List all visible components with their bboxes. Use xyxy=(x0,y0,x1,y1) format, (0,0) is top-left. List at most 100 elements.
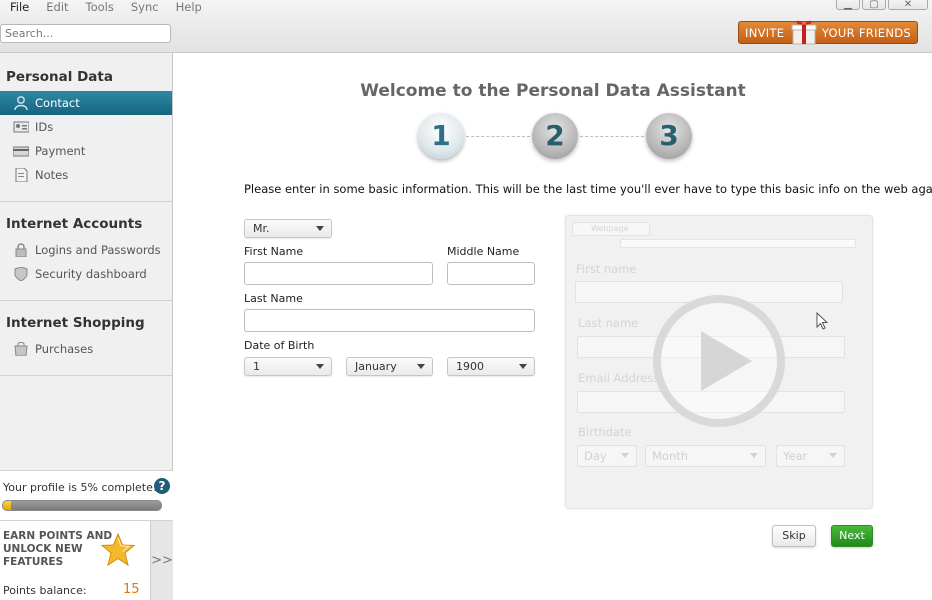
step-2: 2 xyxy=(532,113,578,159)
sidebar-item-label: Contact xyxy=(35,96,80,110)
sidebar-divider xyxy=(0,375,172,376)
middle-name-label: Middle Name xyxy=(447,245,520,258)
expand-panel-button[interactable]: >> xyxy=(150,520,173,600)
menu-edit[interactable]: Edit xyxy=(36,0,75,16)
video-day-select: Day xyxy=(577,445,637,467)
main-content: Welcome to the Personal Data Assistant 1… xyxy=(174,53,932,600)
page-title: Welcome to the Personal Data Assistant xyxy=(360,81,746,101)
menu-file[interactable]: File xyxy=(0,0,36,16)
last-name-field[interactable] xyxy=(244,309,535,332)
invite-right-label: YOUR FRIENDS xyxy=(821,25,911,40)
dob-year-select[interactable]: 1900 xyxy=(447,357,535,376)
instructions-text: Please enter in some basic information. … xyxy=(244,182,932,196)
search-input[interactable] xyxy=(0,24,171,43)
sidebar: Personal Data Contact IDs Payment Notes … xyxy=(0,53,173,600)
top-bar: File Edit Tools Sync Help ▁ ▢ ✕ INVITE Y… xyxy=(0,0,932,53)
play-icon[interactable] xyxy=(652,294,786,428)
video-browser-tab: Webpage xyxy=(572,222,650,236)
dob-day-value: 1 xyxy=(253,360,260,373)
video-first-name-label: First name xyxy=(576,262,637,276)
window-controls: ▁ ▢ ✕ xyxy=(836,0,928,10)
video-last-name-label: Last name xyxy=(578,316,639,330)
dob-month-value: January xyxy=(355,360,397,373)
sidebar-item-logins[interactable]: Logins and Passwords xyxy=(0,238,172,262)
section-title-internet-shopping: Internet Shopping xyxy=(6,315,145,331)
earn-points-text: EARN POINTS AND UNLOCK NEW FEATURES xyxy=(3,530,113,568)
salutation-value: Mr. xyxy=(253,222,270,235)
section-title-internet-accounts: Internet Accounts xyxy=(6,216,143,232)
sidebar-item-ids[interactable]: IDs xyxy=(0,115,172,139)
step-1: 1 xyxy=(418,113,464,159)
salutation-select[interactable]: Mr. xyxy=(244,219,332,238)
close-button[interactable]: ✕ xyxy=(888,0,928,10)
contact-icon xyxy=(14,96,28,110)
earn-points-panel[interactable]: EARN POINTS AND UNLOCK NEW FEATURES Poin… xyxy=(0,520,150,600)
chevron-down-icon xyxy=(316,364,324,369)
dob-year-value: 1900 xyxy=(456,360,484,373)
first-name-label: First Name xyxy=(244,245,304,258)
dob-month-select[interactable]: January xyxy=(346,357,433,376)
chevron-down-icon xyxy=(417,364,425,369)
profile-completion-text: Your profile is 5% complete! xyxy=(3,481,158,494)
credit-card-icon xyxy=(13,146,29,157)
star-icon xyxy=(100,533,136,567)
maximize-button[interactable]: ▢ xyxy=(862,0,886,10)
menu-sync[interactable]: Sync xyxy=(121,0,166,16)
last-name-label: Last Name xyxy=(244,292,303,305)
profile-completion: Your profile is 5% complete! ? xyxy=(0,470,173,520)
sidebar-item-security[interactable]: Security dashboard xyxy=(0,262,172,286)
sidebar-item-label: Security dashboard xyxy=(35,267,147,281)
sidebar-item-contact[interactable]: Contact xyxy=(0,91,172,115)
step-connector xyxy=(466,136,530,137)
menu-bar: File Edit Tools Sync Help xyxy=(0,0,209,16)
sidebar-item-label: Purchases xyxy=(35,342,94,356)
middle-name-field[interactable] xyxy=(447,262,535,285)
notes-icon xyxy=(15,168,28,182)
step-indicator: 1 2 3 xyxy=(418,113,698,163)
points-balance-label: Points balance: xyxy=(3,584,87,597)
video-year-select: Year xyxy=(776,445,845,467)
video-email-label: Email Address xyxy=(578,371,660,385)
help-icon[interactable]: ? xyxy=(154,478,170,494)
mouse-cursor-icon xyxy=(816,312,828,330)
sidebar-item-payment[interactable]: Payment xyxy=(0,139,172,163)
dob-day-select[interactable]: 1 xyxy=(244,357,332,376)
video-month-select: Month xyxy=(645,445,766,467)
lock-icon xyxy=(15,243,27,257)
invite-friends-button[interactable]: INVITE YOUR FRIENDS xyxy=(738,20,918,45)
section-title-personal-data: Personal Data xyxy=(6,69,113,85)
skip-button[interactable]: Skip xyxy=(772,525,816,547)
shield-icon xyxy=(14,267,28,281)
video-address-bar xyxy=(620,239,856,248)
menu-help[interactable]: Help xyxy=(166,0,209,16)
chevron-down-icon xyxy=(829,453,837,458)
video-birthdate-label: Birthdate xyxy=(578,425,632,439)
next-button[interactable]: Next xyxy=(831,525,873,547)
menu-tools[interactable]: Tools xyxy=(76,0,121,16)
video-month-value: Month xyxy=(652,449,689,463)
chevron-down-icon xyxy=(750,453,758,458)
date-of-birth-label: Date of Birth xyxy=(244,339,315,352)
sidebar-item-label: Logins and Passwords xyxy=(35,243,161,257)
step-connector xyxy=(580,136,644,137)
sidebar-item-label: Payment xyxy=(35,144,86,158)
tutorial-video[interactable]: Webpage First name Last name Email Addre… xyxy=(565,215,873,509)
invite-left-label: INVITE xyxy=(745,25,785,40)
chevron-down-icon xyxy=(316,226,324,231)
gift-icon xyxy=(791,20,817,45)
chevron-down-icon xyxy=(519,364,527,369)
id-card-icon xyxy=(13,121,29,133)
sidebar-item-purchases[interactable]: Purchases xyxy=(0,337,172,361)
shopping-bag-icon xyxy=(14,342,28,356)
profile-progress-bar xyxy=(2,500,162,511)
points-balance-value: 15 xyxy=(123,582,140,597)
video-day-value: Day xyxy=(584,449,607,463)
first-name-field[interactable] xyxy=(244,262,433,285)
minimize-button[interactable]: ▁ xyxy=(836,0,860,10)
progress-fill xyxy=(3,501,11,510)
chevron-down-icon xyxy=(621,453,629,458)
sidebar-item-label: Notes xyxy=(35,168,69,182)
video-year-value: Year xyxy=(783,449,808,463)
sidebar-item-notes[interactable]: Notes xyxy=(0,163,172,187)
sidebar-item-label: IDs xyxy=(35,120,54,134)
